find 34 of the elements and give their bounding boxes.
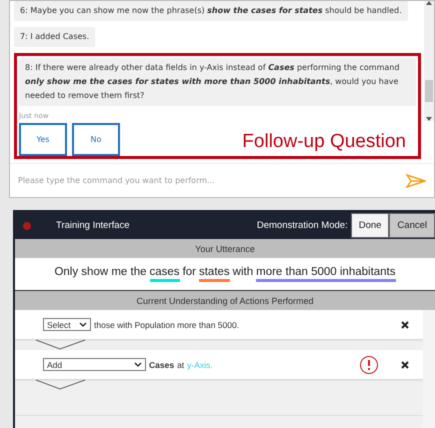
chevron-down-icon	[79, 322, 87, 327]
chat-message: 8: If there were already other data fields in y-Axis instead of Cases performing the command only show me the cases for states with more than 5000 inhabitants, would you have needed to remove them first?	[19, 58, 416, 106]
action-text: at	[177, 360, 184, 370]
annotation-label: Follow-up Question	[242, 131, 406, 154]
answer-button[interactable]: No	[72, 123, 120, 156]
highlighted-phrase: states	[198, 266, 230, 282]
utterance-text: Only show me the	[54, 266, 147, 280]
vertical-scrollbar[interactable]	[423, 310, 435, 428]
answer-button[interactable]: Yes	[19, 123, 67, 156]
chat-message: 7: I added Cases.	[14, 27, 96, 47]
mode-label: Demonstration Mode:	[256, 220, 348, 231]
status-dot	[23, 222, 31, 230]
window-title: Training Interface	[56, 220, 130, 231]
header-button[interactable]: Cancel	[389, 213, 435, 238]
action-text: those with Population more than 5000.	[94, 320, 240, 330]
chat-message: 6: Maybe you can show me now the phrase(s) show the cases for states should be handled.	[14, 1, 408, 21]
scroll-up-icon[interactable]	[426, 1, 432, 5]
chevron-down-icon	[134, 362, 142, 367]
section-heading: Your Utterance	[15, 239, 435, 258]
send-icon[interactable]	[406, 174, 426, 188]
scrollbar-thumb[interactable]	[425, 80, 433, 102]
scroll-down-icon[interactable]	[426, 117, 432, 121]
close-icon[interactable]	[401, 320, 409, 328]
field-name: Cases	[149, 360, 174, 370]
highlighted-phrase: more than 5000 inhabitants	[256, 266, 396, 282]
scrollbar[interactable]	[424, 1, 434, 121]
operation-dropdown[interactable]: Select	[43, 318, 91, 331]
highlighted-phrase: cases	[150, 266, 180, 282]
operation-dropdown[interactable]: Add	[43, 358, 146, 371]
header-button[interactable]: Done	[350, 213, 390, 238]
close-icon[interactable]	[401, 360, 409, 368]
utterance-text: for	[182, 266, 196, 280]
section-heading: Current Understanding of Actions Performed	[15, 291, 435, 310]
utterance-text: with	[232, 266, 254, 280]
